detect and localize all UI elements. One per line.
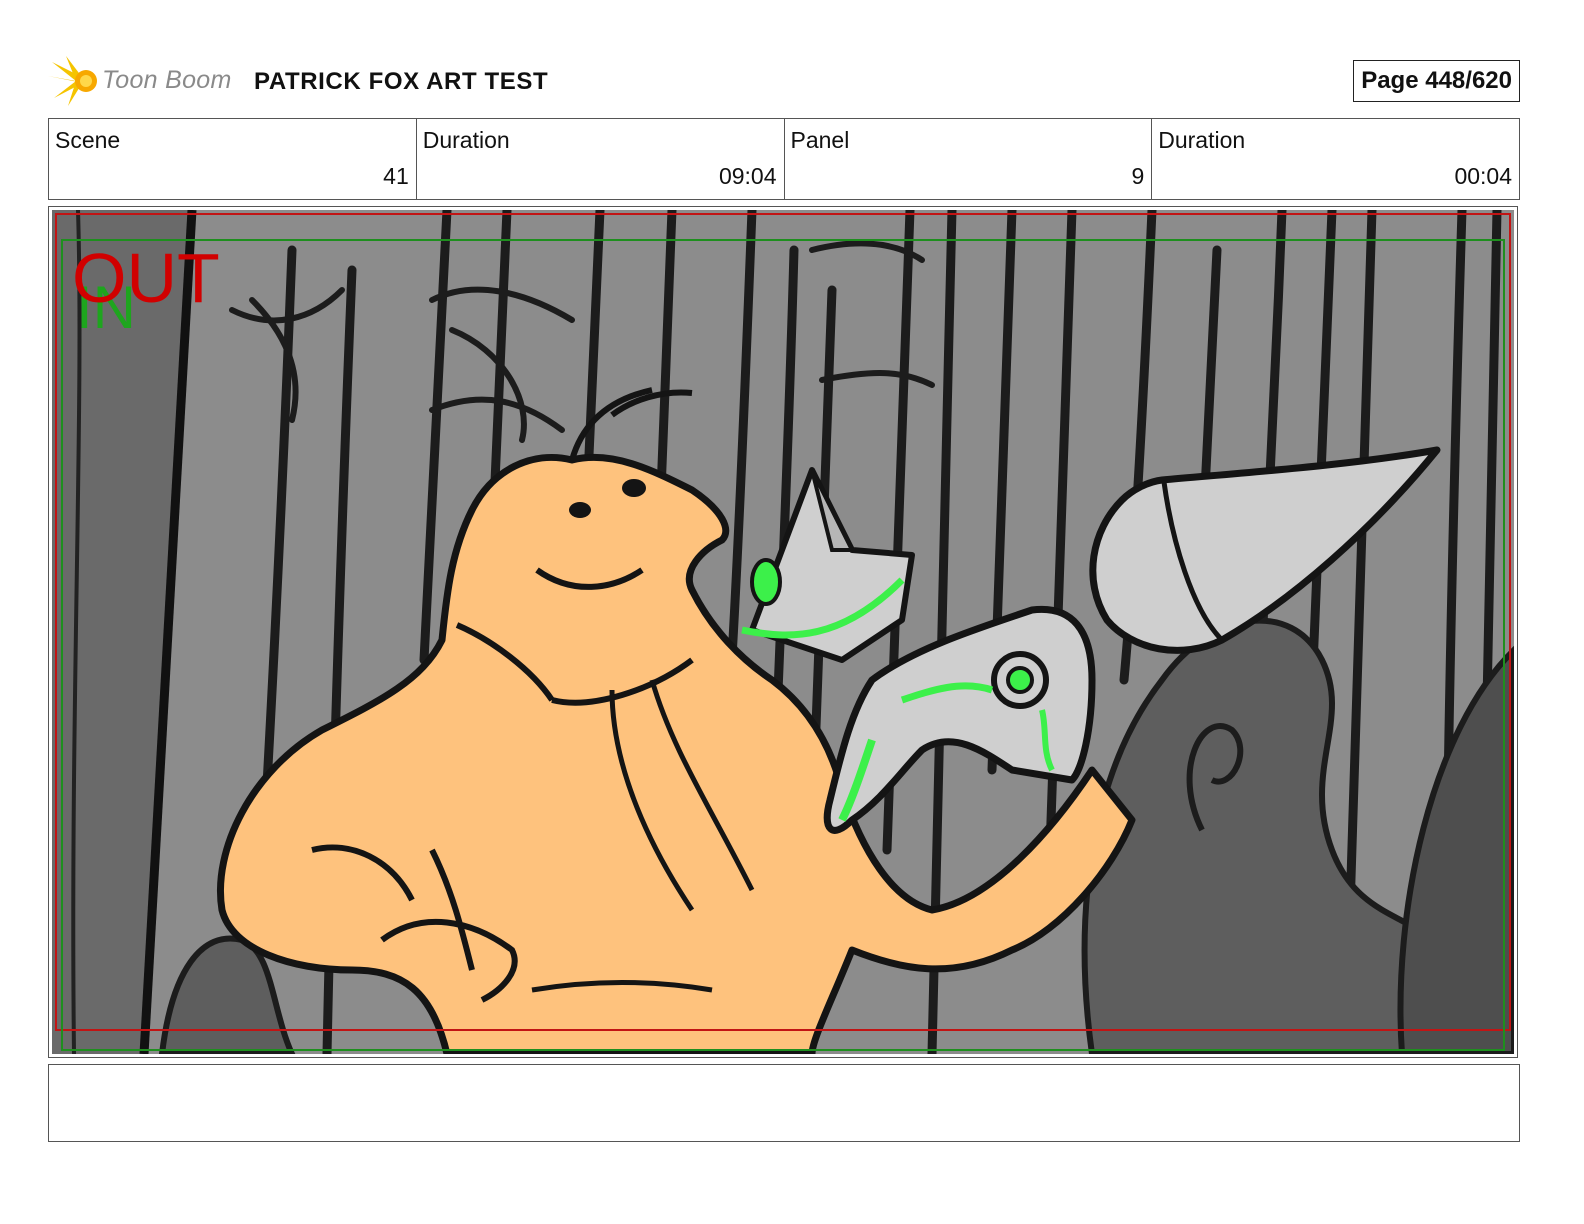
out-marker-label: OUT: [72, 239, 220, 317]
panel-duration-label: Duration: [1158, 127, 1246, 153]
scene-label: Scene: [55, 127, 121, 153]
scene-info-row: Scene 41 Duration 09:04 Panel 9 Duration…: [48, 118, 1520, 200]
panel-label: Panel: [790, 127, 850, 153]
sunburst-icon: [48, 56, 97, 106]
scene-value: 41: [383, 163, 409, 189]
scene-duration-cell: Duration 09:04: [417, 119, 785, 199]
panel-cell: Panel 9: [785, 119, 1153, 199]
scene-duration-value: 09:04: [718, 163, 777, 189]
storyboard-panel: IN OUT: [48, 206, 1518, 1058]
logo-text: Toon Boom: [102, 66, 232, 94]
project-title: PATRICK FOX ART TEST: [254, 68, 549, 95]
page-number: Page 448/620: [1353, 60, 1520, 102]
scene-duration-label: Duration: [422, 127, 510, 153]
page-header: Toon Boom PATRICK FOX ART TEST Page 448/…: [48, 50, 1520, 112]
panel-caption-box: [48, 1064, 1520, 1142]
panel-drawing: IN OUT: [52, 210, 1514, 1054]
panel-duration-cell: Duration 00:04: [1152, 119, 1519, 199]
panel-value: 9: [1131, 163, 1145, 189]
scene-cell: Scene 41: [49, 119, 417, 199]
toon-boom-logo: Toon Boom: [48, 54, 248, 108]
panel-duration-value: 00:04: [1454, 163, 1512, 189]
